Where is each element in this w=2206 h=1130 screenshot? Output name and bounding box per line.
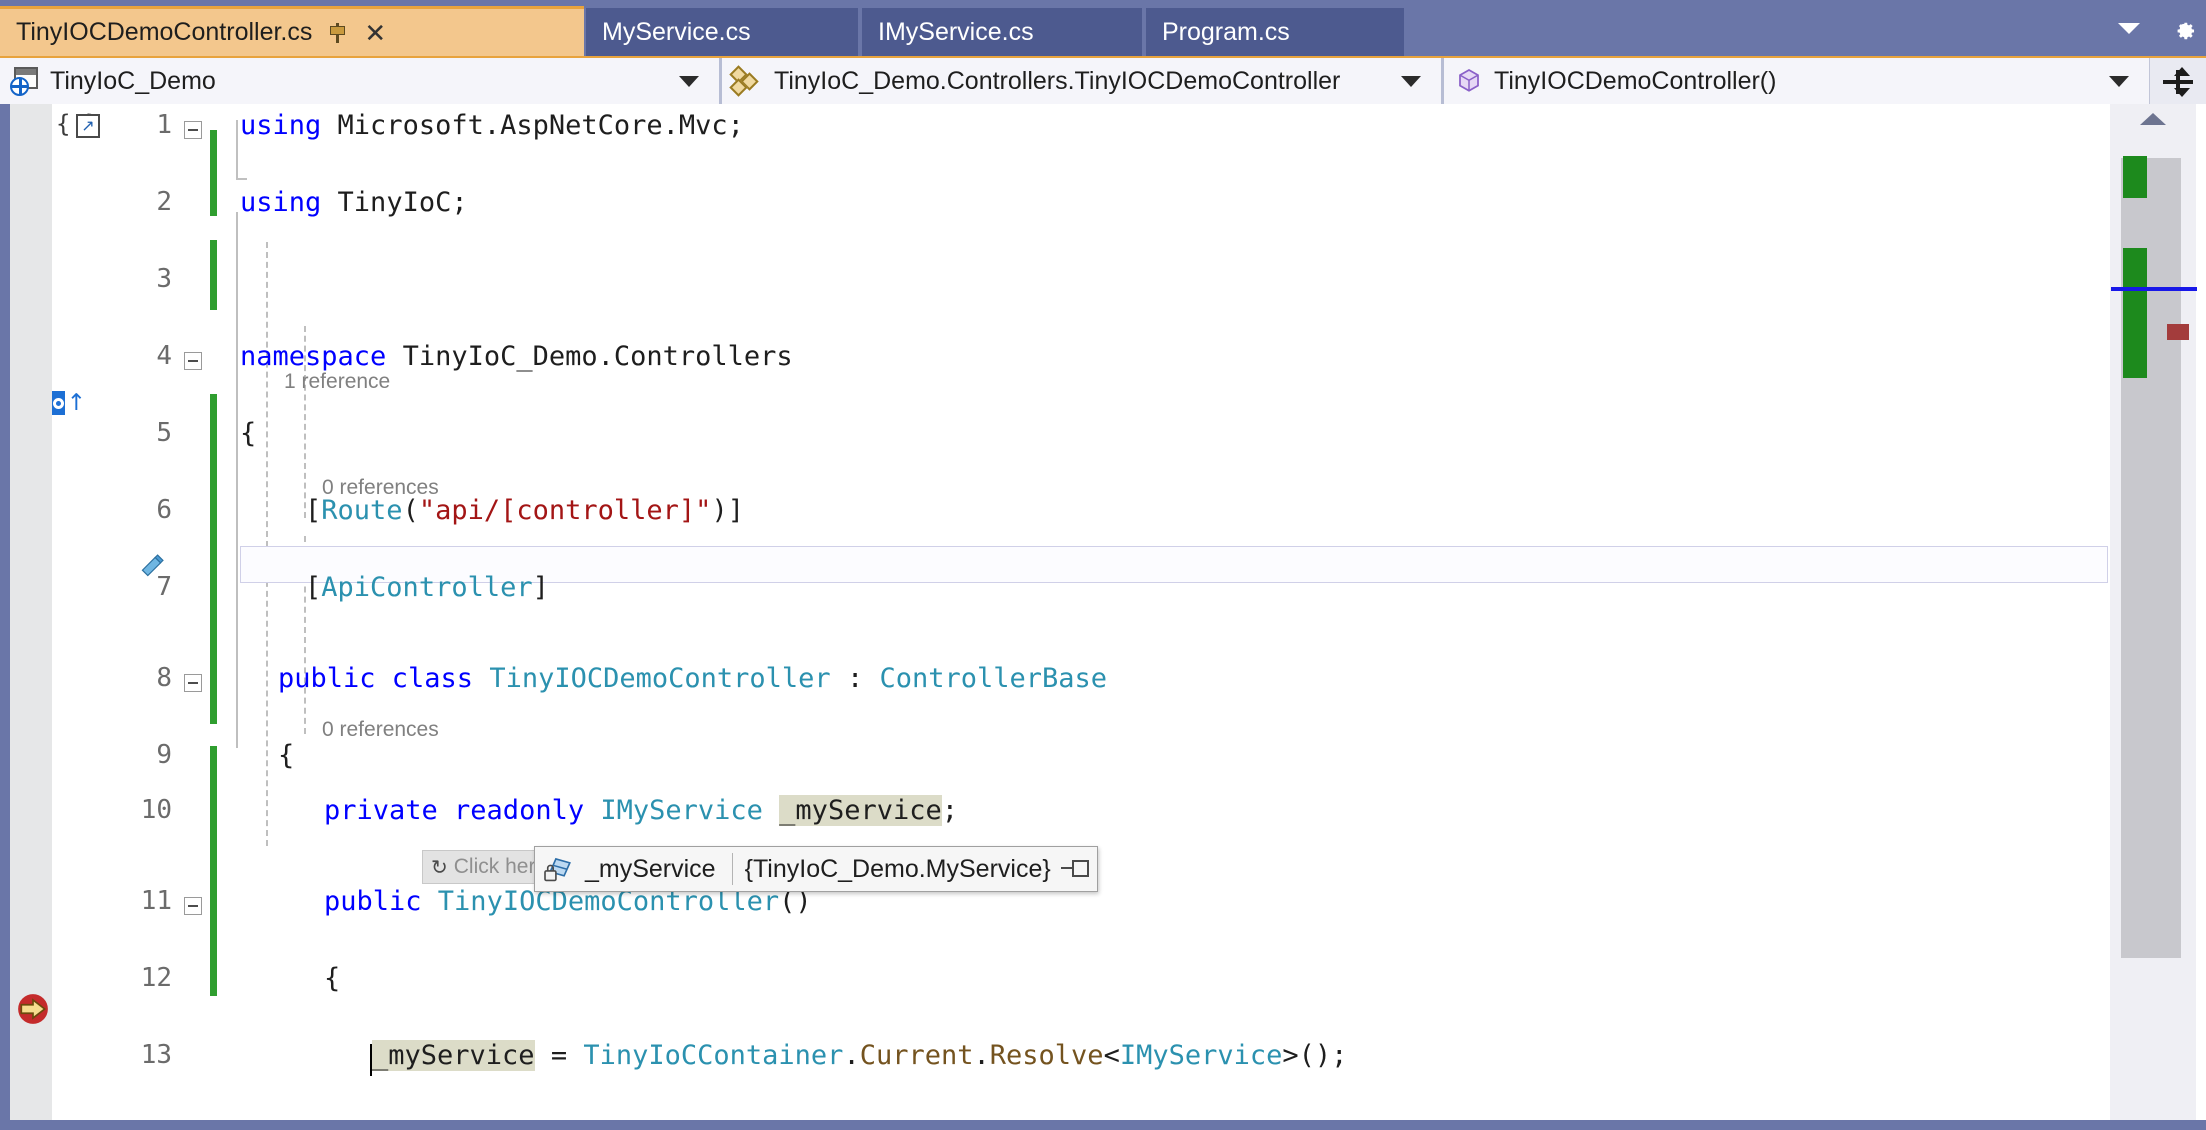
chevron-down-icon[interactable]: [1401, 75, 1421, 87]
breakpoint-current-statement-icon[interactable]: [16, 992, 48, 1024]
line-number: 3: [156, 264, 172, 294]
type-dropdown-value: TinyIoC_Demo.Controllers.TinyIOCDemoCont…: [774, 66, 1341, 95]
line-number: 2: [156, 187, 172, 217]
line-text: using Microsoft.AspNetCore.Mvc;: [240, 110, 744, 141]
datatip-divider: [731, 853, 733, 885]
line-text: private readonly IMyService _myService;: [324, 795, 958, 826]
line-number: 12: [140, 963, 172, 993]
scrollbar-caret-mark: [2111, 287, 2197, 291]
line-text: public class TinyIOCDemoController : Con…: [278, 663, 1108, 694]
tab-imyservice[interactable]: IMyService.cs: [862, 8, 1142, 56]
line-text: namespace TinyIoC_Demo.Controllers: [240, 341, 793, 372]
code-line[interactable]: 10 private readonly IMyService _myServic…: [52, 795, 2110, 834]
constructor-icon: [1454, 66, 1484, 96]
code-line[interactable]: 1 using Microsoft.AspNetCore.Mvc;: [52, 110, 2110, 149]
collapse-icon[interactable]: [184, 897, 202, 915]
chevron-down-icon[interactable]: [679, 75, 699, 87]
line-text: {: [240, 418, 257, 449]
codelens-label[interactable]: 0 references: [322, 718, 439, 742]
split-window-icon: [2163, 67, 2193, 97]
codelens-label[interactable]: 1 reference: [284, 370, 390, 394]
vertical-scrollbar[interactable]: [2110, 104, 2197, 1120]
split-window-button[interactable]: [2149, 58, 2206, 106]
tab-label: TinyIOCDemoController.cs: [16, 18, 313, 46]
tab-label: MyService.cs: [602, 17, 751, 46]
member-dropdown[interactable]: TinyIOCDemoController(): [1444, 58, 2149, 104]
collapse-icon[interactable]: [184, 121, 202, 139]
tab-strip-actions: [2118, 6, 2198, 50]
editor-tab-strip: TinyIOCDemoController.cs ✕ MyService.cs …: [0, 0, 2206, 56]
tab-label: IMyService.cs: [878, 17, 1034, 46]
type-dropdown[interactable]: TinyIoC_Demo.Controllers.TinyIOCDemoCont…: [722, 58, 1444, 104]
tab-tinyiocdemocontroller[interactable]: TinyIOCDemoController.cs ✕: [0, 6, 584, 56]
pin-icon[interactable]: [330, 22, 348, 43]
line-number: 5: [156, 418, 172, 448]
code-text-area[interactable]: 1 using Microsoft.AspNetCore.Mvc; 2 usin…: [52, 104, 2110, 1120]
code-line[interactable]: 12 {: [52, 963, 2110, 1002]
close-icon[interactable]: ✕: [364, 20, 386, 46]
line-text: }: [324, 1117, 340, 1120]
debugger-datatip[interactable]: _myService {TinyIoC_Demo.MyService}: [534, 846, 1098, 892]
code-line[interactable]: 13 _myService = TinyIoCContainer.Current…: [52, 1040, 2110, 1079]
line-number: 10: [140, 795, 172, 825]
codelens-reference[interactable]: 0 references: [52, 476, 2110, 511]
visual-studio-window: TinyIOCDemoController.cs ✕ MyService.cs …: [0, 0, 2206, 1130]
line-text: [ApiController]: [240, 572, 549, 603]
codelens-label[interactable]: 0 references: [322, 476, 439, 500]
scroll-up-icon[interactable]: [2110, 104, 2196, 134]
change-bar: [210, 746, 217, 996]
line-text: using TinyIoC;: [240, 187, 468, 218]
indicator-margin[interactable]: [10, 104, 52, 1120]
code-line[interactable]: 14 }: [52, 1117, 2110, 1120]
chevron-down-icon[interactable]: [2109, 75, 2129, 87]
line-number: 8: [156, 663, 172, 693]
pin-icon[interactable]: [1060, 858, 1089, 880]
codelens-reference[interactable]: 1 reference: [52, 370, 2110, 405]
project-dropdown[interactable]: TinyIoC_Demo: [0, 58, 722, 104]
line-text: _myService = TinyIoCContainer.Current.Re…: [372, 1040, 1348, 1071]
code-editor[interactable]: { } ↗ ↑: [0, 104, 2206, 1130]
navigation-bar: TinyIoC_Demo TinyIoC_Demo.Controllers.Ti…: [0, 56, 2206, 106]
scrollbar-change-mark: [2123, 248, 2147, 378]
collapse-icon[interactable]: [184, 352, 202, 370]
collapse-icon[interactable]: [184, 674, 202, 692]
tab-myservice[interactable]: MyService.cs: [586, 8, 858, 56]
gear-icon[interactable]: [2170, 14, 2198, 42]
scrollbar-track[interactable]: [2111, 136, 2197, 1076]
codelens-reference[interactable]: 0 references: [52, 718, 2110, 753]
line-number: 7: [156, 572, 172, 602]
code-line[interactable]: 5 {: [52, 418, 2110, 457]
class-icon: [729, 65, 764, 97]
datatip-value: {TinyIoC_Demo.MyService}: [744, 854, 1051, 883]
line-number: 1: [156, 110, 172, 140]
line-number: 13: [140, 1040, 172, 1070]
step-back-icon: ↻: [431, 856, 448, 879]
line-text: {: [324, 963, 341, 994]
member-dropdown-value: TinyIOCDemoController(): [1494, 66, 1777, 95]
code-line[interactable]: 2 using TinyIoC;: [52, 187, 2110, 226]
code-line[interactable]: 7 [ApiController]: [52, 572, 2110, 611]
project-dropdown-value: TinyIoC_Demo: [50, 66, 216, 95]
field-private-icon: [543, 854, 577, 884]
tab-program[interactable]: Program.cs: [1146, 8, 1404, 56]
line-number: 4: [156, 341, 172, 371]
chevron-down-icon[interactable]: [2118, 22, 2140, 34]
scrollbar-change-mark: [2123, 156, 2147, 198]
line-number: 14: [52, 1117, 172, 1120]
code-line[interactable]: 3: [52, 264, 2110, 303]
project-icon: [10, 66, 40, 96]
line-number: 11: [140, 886, 172, 916]
datatip-expression: _myService: [585, 854, 716, 883]
tab-label: Program.cs: [1162, 17, 1290, 46]
code-line[interactable]: 8 public class TinyIOCDemoController : C…: [52, 663, 2110, 702]
scrollbar-error-mark: [2167, 324, 2189, 340]
